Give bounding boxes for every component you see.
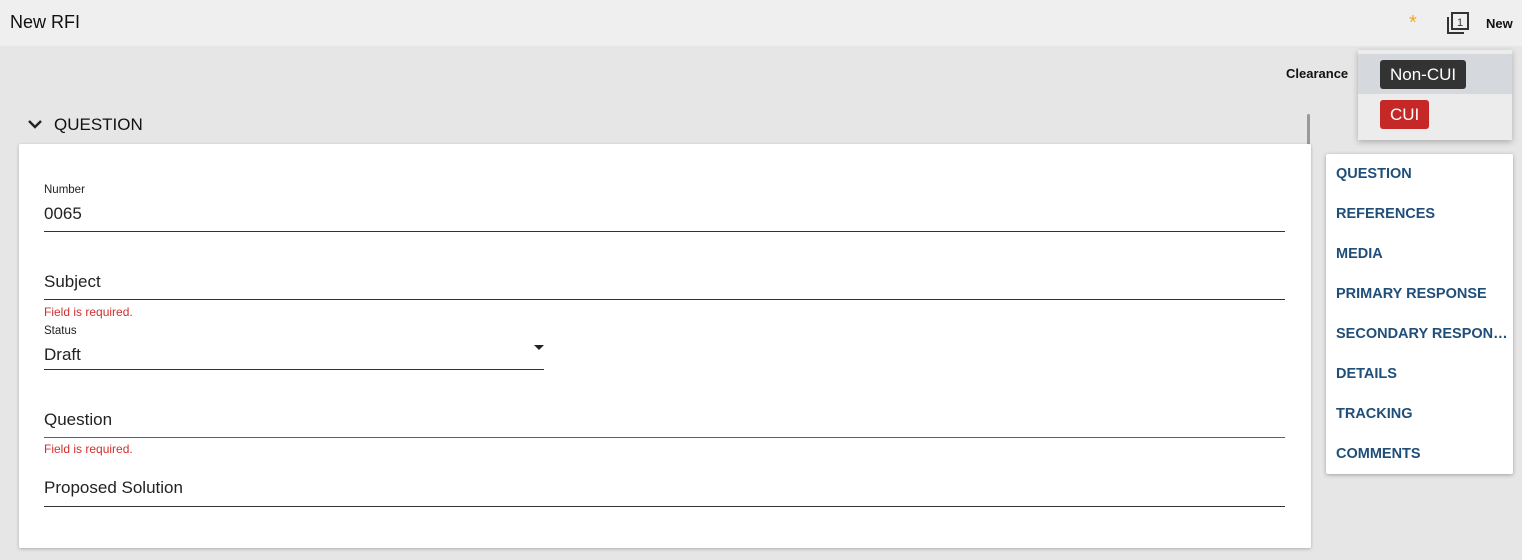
status-select[interactable]: Status Draft <box>44 325 544 371</box>
clearance-menu: Non-CUI CUI <box>1358 50 1512 140</box>
status-underline <box>44 369 544 370</box>
number-label: Number <box>44 184 85 196</box>
svg-text:1: 1 <box>1457 17 1463 29</box>
nav-item-question[interactable]: QUESTION <box>1336 166 1508 182</box>
nav-item-secondary-response[interactable]: SECONDARY RESPONSE <box>1336 326 1508 342</box>
subject-field[interactable]: Subject Field is required. <box>44 272 1285 320</box>
non-cui-chip: Non-CUI <box>1380 60 1467 89</box>
clearance-option-cui[interactable]: CUI <box>1358 94 1512 134</box>
clearance-option-non-cui[interactable]: Non-CUI <box>1358 54 1512 94</box>
subject-placeholder: Subject <box>44 272 101 291</box>
number-underline <box>44 231 1285 232</box>
cui-chip: CUI <box>1380 100 1430 129</box>
proposed-solution-underline <box>44 506 1285 507</box>
proposed-solution-field[interactable]: Proposed Solution <box>44 478 1285 508</box>
question-underline <box>44 437 1285 438</box>
number-value: 0065 <box>44 204 82 223</box>
nav-item-details[interactable]: DETAILS <box>1336 366 1508 382</box>
nav-item-media[interactable]: MEDIA <box>1336 246 1508 262</box>
chevron-down-icon <box>28 120 42 129</box>
dropdown-arrow-icon <box>534 345 544 350</box>
top-bar: New RFI * 1 New <box>0 0 1522 46</box>
subject-error: Field is required. <box>44 305 133 319</box>
number-field[interactable]: Number 0065 <box>44 184 1285 232</box>
unsaved-changes-icon: * <box>1409 12 1417 34</box>
question-error: Field is required. <box>44 442 133 456</box>
counter-1-icon[interactable]: 1 <box>1447 12 1469 34</box>
nav-item-comments[interactable]: COMMENTS <box>1336 446 1508 462</box>
nav-item-primary-response[interactable]: PRIMARY RESPONSE <box>1336 286 1508 302</box>
page-title: New RFI <box>10 12 81 32</box>
status-value: Draft <box>44 345 81 364</box>
nav-item-tracking[interactable]: TRACKING <box>1336 406 1508 422</box>
proposed-solution-placeholder: Proposed Solution <box>44 478 183 497</box>
question-card: Number 0065 Subject Field is required. S… <box>19 144 1311 548</box>
clearance-label: Clearance <box>1286 66 1349 81</box>
question-field[interactable]: Question Field is required. <box>44 410 1285 456</box>
section-nav-panel: QUESTION REFERENCES MEDIA PRIMARY RESPON… <box>1326 154 1513 474</box>
subject-underline <box>44 299 1285 300</box>
nav-item-references[interactable]: REFERENCES <box>1336 206 1508 222</box>
new-status-label: New <box>1486 16 1513 31</box>
section-title: QUESTION <box>54 115 143 134</box>
status-label: Status <box>44 325 77 337</box>
question-placeholder: Question <box>44 410 113 429</box>
